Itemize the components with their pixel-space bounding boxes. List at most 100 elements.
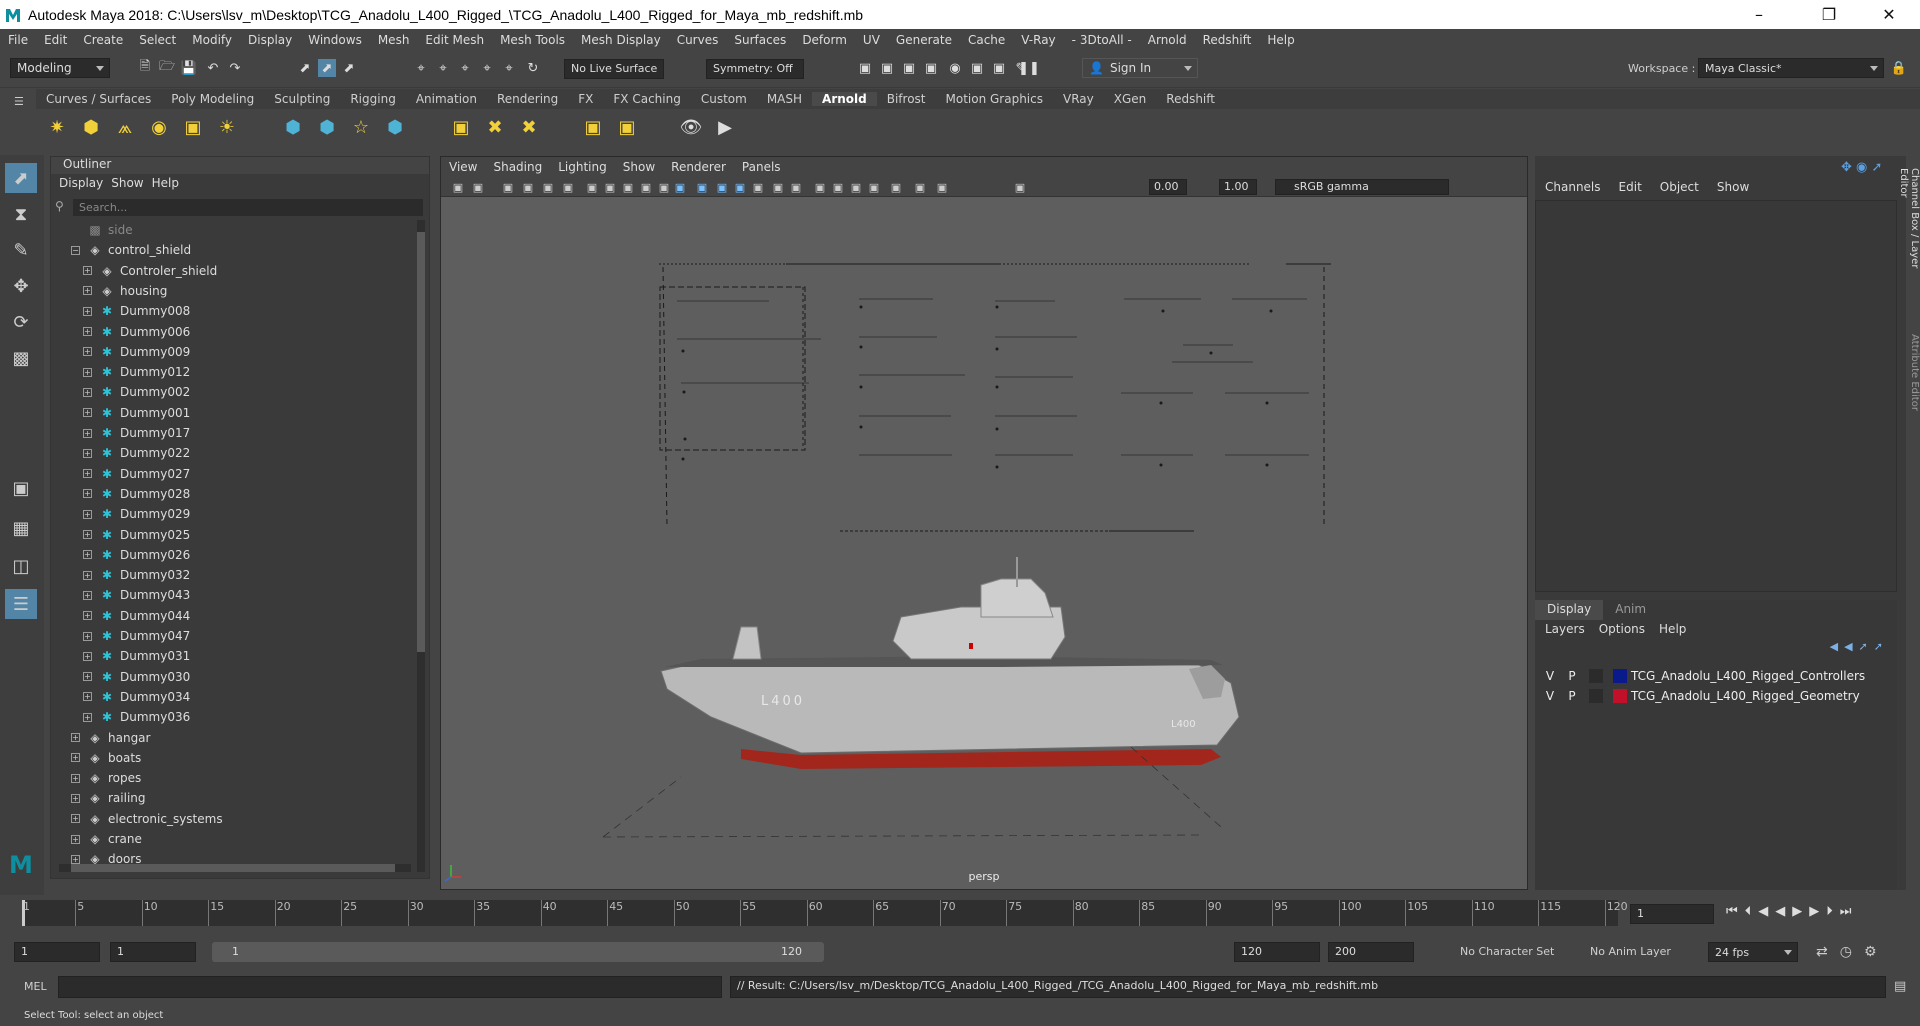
outliner-item[interactable]: + ✱ Dummy022 [59, 443, 411, 463]
ipr-render-icon[interactable]: ▣ [900, 59, 918, 77]
play-icon[interactable]: ▶ [712, 114, 738, 140]
move-tool-icon[interactable]: ✥ [5, 271, 37, 301]
channel-box-toggle-icons[interactable]: ✥ ◉ ➚ [1841, 160, 1882, 175]
outliner-item[interactable]: + ✱ Dummy026 [59, 545, 411, 565]
layer-tab-display[interactable]: Display [1535, 600, 1604, 620]
render-view-shelf-icon[interactable]: ▣ [448, 114, 474, 140]
snap-grid-icon[interactable]: ⌖ [412, 59, 430, 77]
expand-toggle-icon[interactable]: + [83, 286, 92, 296]
menu-surfaces[interactable]: Surfaces [726, 33, 794, 47]
close-icon[interactable]: ✕ [1866, 0, 1912, 29]
outliner-item[interactable]: + ✱ Dummy025 [59, 525, 411, 545]
mesh-light-icon[interactable]: ⩕ [112, 114, 138, 140]
menu-arnold[interactable]: Arnold [1140, 33, 1195, 47]
scroll-thumb[interactable] [71, 864, 395, 872]
save-scene-icon[interactable]: 💾 [180, 59, 198, 77]
outliner-item[interactable]: + ✱ Dummy034 [59, 687, 411, 707]
outliner-item[interactable]: + ✱ Dummy036 [59, 707, 411, 727]
render-view-icon[interactable]: ▣ [878, 59, 896, 77]
script-language-label[interactable]: MEL [24, 980, 47, 993]
layer-name[interactable]: TCG_Anadolu_L400_Rigged_Geometry [1631, 689, 1860, 703]
expand-toggle-icon[interactable]: + [71, 834, 80, 844]
default-material-icon[interactable]: ▣ [713, 178, 731, 196]
area-light-icon[interactable]: ⬢ [78, 114, 104, 140]
expand-toggle-icon[interactable]: + [83, 448, 92, 458]
display-layer-row[interactable]: V P TCG_Anadolu_L400_Rigged_Geometry [1539, 686, 1893, 706]
scroll-thumb[interactable] [417, 232, 425, 652]
shelf-tab-fx[interactable]: FX [568, 92, 603, 106]
select-by-component-icon[interactable]: ⬈ [340, 59, 358, 77]
new-scene-icon[interactable]: 🗎 [136, 59, 154, 77]
export-standin-icon[interactable]: ⬢ [314, 114, 340, 140]
animation-end-field[interactable]: 200 [1328, 942, 1414, 962]
redo-icon[interactable]: ↷ [226, 59, 244, 77]
menu-uv[interactable]: UV [855, 33, 888, 47]
time-slider[interactable]: 1 5 10 15 20 25 30 35 40 45 50 55 60 65 70 75 80 85 90 95 10… [0, 896, 1920, 932]
menu-edit-mesh[interactable]: Edit Mesh [417, 33, 492, 47]
standin-icon[interactable]: ⬢ [280, 114, 306, 140]
range-icons[interactable]: ⇄◷⚙ [1816, 944, 1889, 960]
field-chart-icon[interactable]: ▣ [619, 178, 637, 196]
layer-visibility-toggle[interactable]: V [1539, 669, 1561, 683]
channel-menu-object[interactable]: Object [1660, 180, 1699, 194]
menu-3dtoall[interactable]: - 3DtoAll - [1064, 33, 1140, 47]
outliner-item[interactable]: + ◈ housing [59, 281, 411, 301]
curve-collector-icon[interactable]: ⬢ [382, 114, 408, 140]
command-input[interactable] [58, 976, 722, 998]
expand-toggle-icon[interactable]: + [71, 854, 80, 864]
outliner-menu-show[interactable]: Show [111, 176, 143, 190]
expand-toggle-icon[interactable]: + [83, 306, 92, 316]
eye-icon[interactable]: 👁 [678, 114, 704, 140]
outliner-item[interactable]: + ✱ Dummy044 [59, 606, 411, 626]
outliner-hscrollbar[interactable] [59, 864, 411, 872]
menu-mesh[interactable]: Mesh [370, 33, 418, 47]
layer-type-toggle[interactable] [1589, 669, 1603, 683]
expand-toggle-icon[interactable]: + [83, 489, 92, 499]
outliner-item[interactable]: + ✱ Dummy008 [59, 301, 411, 321]
layer-name[interactable]: TCG_Anadolu_L400_Rigged_Controllers [1631, 669, 1865, 683]
outliner-item[interactable]: + ✱ Dummy031 [59, 646, 411, 666]
layer-playback-toggle[interactable]: P [1561, 669, 1583, 683]
expand-toggle-icon[interactable]: + [83, 631, 92, 641]
outliner-layout-icon[interactable]: ☰ [5, 589, 37, 619]
menu-v-ray[interactable]: V-Ray [1013, 33, 1063, 47]
four-pane-icon[interactable]: ▦ [5, 513, 37, 543]
use-all-lights-icon[interactable]: ▣ [749, 178, 767, 196]
redshift-ipr-icon[interactable]: ▣ [990, 59, 1008, 77]
viewport-menu-show[interactable]: Show [615, 160, 663, 174]
outliner-item[interactable]: + ✱ Dummy017 [59, 423, 411, 443]
layer-menu-layers[interactable]: Layers [1545, 622, 1585, 636]
menu-file[interactable]: File [0, 33, 36, 47]
menu-help[interactable]: Help [1259, 33, 1302, 47]
expand-toggle-icon[interactable]: − [71, 245, 80, 255]
menu-deform[interactable]: Deform [794, 33, 855, 47]
rotate-tool-icon[interactable]: ⟳ [5, 307, 37, 337]
channel-box-side-tab[interactable]: Channel Box / Layer Editor [1898, 168, 1920, 278]
viewport-menu-view[interactable]: View [441, 160, 485, 174]
outliner-item[interactable]: + ✱ Dummy028 [59, 484, 411, 504]
select-tool-icon[interactable]: ⬈ [5, 163, 37, 193]
expand-toggle-icon[interactable]: + [83, 550, 92, 560]
smooth-shade-icon[interactable]: ▣ [693, 178, 711, 196]
outliner-item[interactable]: + ✱ Dummy032 [59, 565, 411, 585]
textured-icon[interactable]: ▣ [731, 178, 749, 196]
outliner-item[interactable]: + ✱ Dummy012 [59, 362, 411, 382]
menu-edit[interactable]: Edit [36, 33, 75, 47]
menu-redshift[interactable]: Redshift [1195, 33, 1260, 47]
outliner-menu-display[interactable]: Display [59, 176, 103, 190]
two-pane-icon[interactable]: ◫ [5, 551, 37, 581]
viewport-panel[interactable]: View Shading Lighting Show Renderer Panels 0.… [440, 156, 1528, 890]
shelf-tab-poly-modeling[interactable]: Poly Modeling [161, 92, 264, 106]
texture-tx-icon[interactable]: ✖ [482, 114, 508, 140]
menu-create[interactable]: Create [75, 33, 131, 47]
undo-icon[interactable]: ↶ [204, 59, 222, 77]
expand-toggle-icon[interactable]: + [83, 590, 92, 600]
license-icon[interactable]: ▣ [580, 114, 606, 140]
outliner-item[interactable]: + ✱ Dummy027 [59, 464, 411, 484]
outliner-item[interactable]: + ◈ crane [59, 829, 411, 849]
animation-start-field[interactable]: 1 [110, 942, 196, 962]
scene-start-field[interactable]: 1 [14, 942, 100, 962]
fps-dropdown[interactable]: 24 fps [1708, 942, 1798, 962]
hypershade-icon[interactable]: ◉ [946, 59, 964, 77]
backface-icon[interactable]: ▣ [933, 178, 951, 196]
